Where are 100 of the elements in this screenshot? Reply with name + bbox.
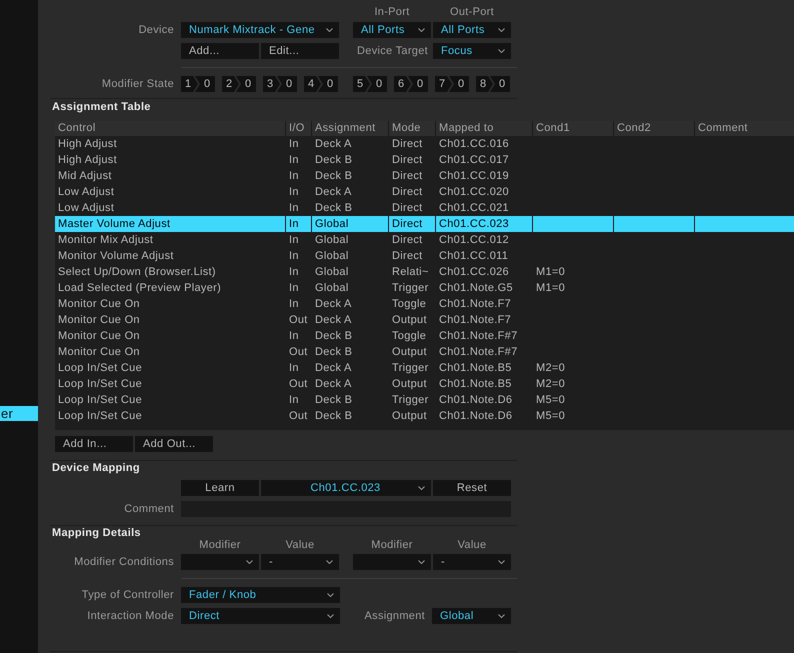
modifier-dropdown[interactable]	[181, 554, 259, 570]
controller-type-dropdown[interactable]: Fader / Knob	[181, 587, 340, 603]
table-row[interactable]: Monitor Cue On Out Deck A Output Ch01.Note.F7	[55, 312, 794, 328]
interaction-mode-dropdown[interactable]: Direct	[181, 608, 340, 624]
table-cell: Ch01.Note.D6	[435, 392, 532, 408]
table-cell: Out	[285, 312, 311, 328]
table-cell-text: Monitor Cue On	[57, 297, 141, 312]
table-row[interactable]: Select Up/Down (Browser.List) In Global Relati~ Ch01.CC.026 M1=0	[55, 264, 794, 280]
column-header: Cond2	[613, 121, 694, 136]
table-row[interactable]: Load Selected (Preview Player) In Global Trigger Ch01.Note.G5 M1=0	[55, 280, 794, 296]
reset-button[interactable]: Reset	[433, 480, 511, 496]
table-cell: In	[285, 184, 311, 200]
chevron-icon	[327, 614, 334, 618]
chevron-icon	[327, 593, 334, 597]
table-row[interactable]: Monitor Cue On In Deck A Toggle Ch01.Note.F7	[55, 296, 794, 312]
mapping-dropdown[interactable]: Ch01.CC.023	[261, 480, 431, 496]
table-cell: Global	[311, 216, 388, 232]
chevron-icon	[246, 560, 253, 564]
chevron-icon	[326, 28, 333, 32]
table-cell-text: Master Volume Adjust	[57, 217, 172, 232]
table-cell: Ch01.Note.F#7	[435, 344, 532, 360]
chevron-icon	[418, 560, 425, 564]
table-cell: Output	[388, 312, 435, 328]
table-row[interactable]: Mid Adjust In Deck B Direct Ch01.CC.019	[55, 168, 794, 184]
table-cell: Deck A	[311, 312, 388, 328]
table-row[interactable]: Low Adjust In Deck A Direct Ch01.CC.020	[55, 184, 794, 200]
learn-button[interactable]: Learn	[181, 480, 259, 496]
table-cell: Out	[285, 376, 311, 392]
table-cell: M2=0	[532, 360, 613, 376]
table-row[interactable]: Monitor Mix Adjust In Global Direct Ch01.CC.012	[55, 232, 794, 248]
field-label: Comment	[123, 503, 174, 515]
table-cell-text: Monitor Volume Adjust	[57, 249, 175, 264]
table-cell: Deck A	[311, 376, 388, 392]
column-label: Out-Port	[449, 6, 495, 18]
modifier-value: 0	[318, 76, 338, 92]
table-cell: Deck B	[311, 152, 388, 168]
table-cell: Ch01.CC.023	[435, 216, 532, 232]
value-dropdown[interactable]: -	[433, 554, 511, 570]
table-cell: M2=0	[532, 376, 613, 392]
add-button[interactable]: Add In...	[55, 436, 133, 452]
table-cell: Deck A	[311, 296, 388, 312]
column-label: Value	[456, 539, 488, 551]
modifier-value: 0	[490, 76, 510, 92]
column-header: Cond1	[532, 121, 613, 136]
table-row[interactable]: Loop In/Set Cue In Deck B Trigger Ch01.Note.D6 M5=0	[55, 392, 794, 408]
in-port-dropdown[interactable]: All Ports	[353, 22, 431, 38]
table-row[interactable]: Monitor Cue On Out Deck B Output Ch01.Note.F#7	[55, 344, 794, 360]
table-row[interactable]: Loop In/Set Cue Out Deck A Output Ch01.Note.B5 M2=0	[55, 376, 794, 392]
chevron-icon	[498, 28, 505, 32]
table-cell: Global	[311, 232, 388, 248]
table-row[interactable]: Master Volume Adjust In Global Direct Ch01.CC.023	[55, 216, 794, 232]
table-cell: Direct	[388, 248, 435, 264]
table-cell: Ch01.Note.F7	[435, 312, 532, 328]
column-header: Control	[55, 121, 285, 136]
modifier-value: 0	[236, 76, 256, 92]
table-cell-text: Loop In/Set Cue	[57, 409, 144, 424]
table-cell: Output	[388, 376, 435, 392]
table-cell: Deck A	[311, 136, 388, 152]
table-cell: Output	[388, 344, 435, 360]
table-cell: Direct	[388, 232, 435, 248]
table-cell: Ch01.CC.016	[435, 136, 532, 152]
table-row[interactable]: Monitor Cue On In Deck B Toggle Ch01.Note.F#7	[55, 328, 794, 344]
table-cell-text: Loop In/Set Cue	[57, 377, 144, 392]
table-cell-text: Low Adjust	[57, 185, 116, 200]
table-cell: In	[285, 136, 311, 152]
device-dropdown[interactable]: Numark Mixtrack - Gene	[181, 22, 339, 38]
modifier-value: 0	[449, 76, 469, 92]
chevron-icon	[498, 560, 505, 564]
table-cell: Direct	[388, 168, 435, 184]
table-cell: Relati~	[388, 264, 435, 280]
table-cell: In	[285, 328, 311, 344]
column-header: I/O	[285, 121, 311, 136]
value-dropdown[interactable]: -	[261, 554, 339, 570]
assignment-dropdown[interactable]: Global	[432, 608, 511, 624]
chevron-icon	[418, 28, 425, 32]
table-cell: In	[285, 360, 311, 376]
table-row[interactable]: Loop In/Set Cue In Deck A Trigger Ch01.Note.B5 M2=0	[55, 360, 794, 376]
table-cell: Ch01.Note.F#7	[435, 328, 532, 344]
table-row[interactable]: High Adjust In Deck B Direct Ch01.CC.017	[55, 152, 794, 168]
table-row[interactable]: Monitor Volume Adjust In Global Direct Ch01.CC.011	[55, 248, 794, 264]
device-target-dropdown[interactable]: Focus	[433, 43, 511, 59]
device-action-button[interactable]: Edit...	[261, 43, 339, 59]
table-row[interactable]: Loop In/Set Cue Out Deck B Output Ch01.Note.D6 M5=0	[55, 408, 794, 424]
table-cell: In	[285, 168, 311, 184]
add-button[interactable]: Add Out...	[135, 436, 213, 452]
table-cell: Toggle	[388, 296, 435, 312]
table-cell: Ch01.CC.017	[435, 152, 532, 168]
table-cell-text: High Adjust	[57, 153, 118, 168]
table-cell-text: Loop In/Set Cue	[57, 361, 144, 376]
table-cell: Ch01.CC.019	[435, 168, 532, 184]
sidebar-item[interactable]: er	[0, 406, 38, 421]
table-cell: M1=0	[532, 264, 613, 280]
device-action-button[interactable]: Add...	[181, 43, 259, 59]
table-cell: Deck B	[311, 328, 388, 344]
modifier-dropdown[interactable]	[353, 554, 431, 570]
table-cell: M1=0	[532, 280, 613, 296]
table-cell: Trigger	[388, 360, 435, 376]
table-row[interactable]: High Adjust In Deck A Direct Ch01.CC.016	[55, 136, 794, 152]
out-port-dropdown[interactable]: All Ports	[433, 22, 511, 38]
table-cell: Global	[311, 248, 388, 264]
